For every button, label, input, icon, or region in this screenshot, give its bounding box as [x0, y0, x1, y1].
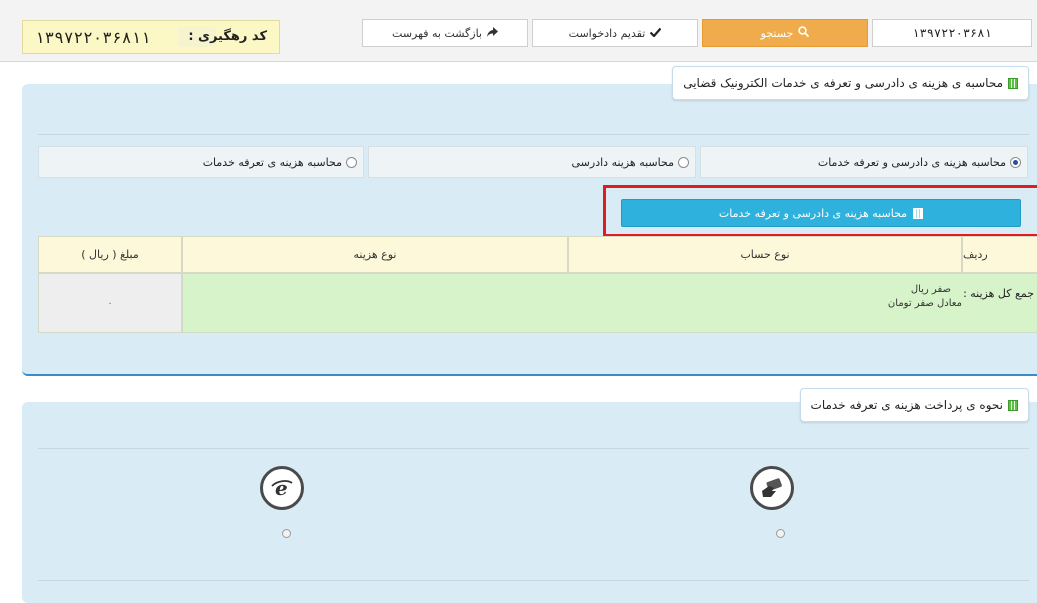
payment-method-panel: نحوه ی پرداخت هزینه ی تعرفه خدمات e	[22, 388, 1037, 603]
e-payment-radio[interactable]	[282, 529, 291, 538]
radio-selected[interactable]	[1010, 156, 1021, 168]
search-icon	[798, 26, 810, 40]
back-to-list-button[interactable]: بازگشت به فهرست	[362, 19, 528, 47]
col-header-account-type: نوع حساب	[568, 236, 962, 273]
share-arrow-icon	[486, 26, 498, 40]
fee-calculation-title: محاسبه ی هزینه ی دادرسی و تعرفه ی خدمات …	[672, 66, 1029, 100]
option-full-calculation[interactable]: محاسبه هزینه ی دادرسی و تعرفه خدمات	[700, 146, 1028, 178]
back-to-list-label: بازگشت به فهرست	[392, 26, 482, 40]
tracking-code-value: ۱۳۹۷۲۲۰۳۶۸۱۱	[35, 28, 151, 47]
option-service-tariff-label: محاسبه هزینه ی تعرفه خدمات	[202, 155, 342, 169]
tracking-code-label: کد رهگیری :	[188, 29, 267, 44]
col-header-row: ردیف	[962, 236, 1037, 273]
total-amount-cell: ۰	[38, 273, 182, 333]
total-fee-rial: صفر ریال	[910, 284, 951, 295]
radio-unselected[interactable]	[678, 156, 689, 168]
payment-method-title-text: نحوه ی پرداخت هزینه ی تعرفه خدمات	[810, 398, 1003, 412]
top-bar: ۱۳۹۷۲۲۰۳۶۸۱۱ کد رهگیری : بازگشت به فهرست…	[0, 0, 1037, 62]
total-fee-toman: معادل صفر تومان	[887, 298, 962, 309]
submit-petition-label: تقدیم دادخواست	[568, 26, 646, 40]
divider	[38, 580, 1029, 581]
search-label: جستجو	[760, 26, 794, 40]
fee-calculation-title-text: محاسبه ی هزینه ی دادرسی و تعرفه ی خدمات …	[683, 76, 1003, 90]
table-summary-row: جمع کل هزینه : صفر ریال معادل صفر تومان	[182, 273, 1037, 333]
card-payment-icon[interactable]	[750, 466, 794, 510]
submit-petition-button[interactable]: تقدیم دادخواست	[532, 19, 698, 47]
total-fee-label: جمع کل هزینه :	[963, 287, 1034, 300]
search-button[interactable]: جستجو	[702, 19, 868, 47]
tracking-code-box: ۱۳۹۷۲۲۰۳۶۸۱۱ کد رهگیری :	[22, 20, 280, 54]
divider	[38, 448, 1029, 449]
divider	[38, 134, 1029, 135]
option-litigation-fee-label: محاسبه هزینه دادرسی	[571, 155, 674, 169]
option-service-tariff[interactable]: محاسبه هزینه ی تعرفه خدمات	[38, 146, 364, 178]
col-header-amount: مبلغ ( ریال )	[38, 236, 182, 273]
col-header-fee-type: نوع هزینه	[182, 236, 568, 273]
option-litigation-fee[interactable]: محاسبه هزینه دادرسی	[368, 146, 696, 178]
payment-method-title: نحوه ی پرداخت هزینه ی تعرفه خدمات	[799, 388, 1029, 422]
calculator-icon	[1008, 399, 1018, 411]
fee-calculation-panel: محاسبه ی هزینه ی دادرسی و تعرفه ی خدمات …	[22, 66, 1037, 376]
e-payment-icon[interactable]: e	[260, 466, 304, 510]
red-highlight-box	[603, 185, 1037, 237]
radio-unselected[interactable]	[346, 156, 357, 168]
checkmark-icon	[650, 27, 662, 40]
option-full-calculation-label: محاسبه هزینه ی دادرسی و تعرفه خدمات	[817, 155, 1006, 169]
card-payment-radio[interactable]	[776, 529, 785, 538]
calculator-icon	[1008, 77, 1018, 89]
tracking-number-field[interactable]: ۱۳۹۷۲۲۰۳۶۸۱	[872, 19, 1032, 47]
fee-table: ردیف نوع حساب نوع هزینه مبلغ ( ریال ) جم…	[38, 236, 1037, 334]
